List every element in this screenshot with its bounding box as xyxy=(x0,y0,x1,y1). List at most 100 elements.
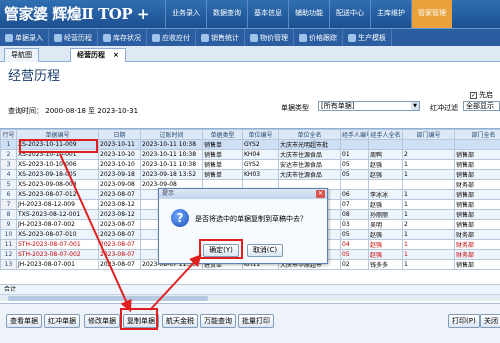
chart-icon xyxy=(201,33,209,42)
table-cell: 2 xyxy=(0,149,17,160)
tag-icon xyxy=(299,33,307,42)
table-row[interactable]: 3 XS-2023-10-10-006 2023-10-10 2023-10-11 1… xyxy=(0,159,500,170)
table-cell: STH-2023-08-07-002 xyxy=(16,249,99,260)
table-cell: 李冰冰 xyxy=(368,189,403,200)
table-cell: KH03 xyxy=(242,169,279,180)
column-header[interactable]: 单位全名 xyxy=(278,129,341,140)
topnav-distribution[interactable]: 配送中心 xyxy=(329,0,370,28)
tab-label: 经营历程 xyxy=(77,51,105,59)
scrollbar-thumb[interactable] xyxy=(8,296,208,301)
menu-price-tracking[interactable]: 价格跟踪 xyxy=(294,29,343,46)
menu-sales-stats[interactable]: 销售统计 xyxy=(196,29,245,46)
table-cell: 01 xyxy=(340,149,369,160)
column-header[interactable]: 经手人全名 xyxy=(368,129,403,140)
print-button[interactable]: 打印(P) xyxy=(448,314,480,328)
batch-print-button[interactable]: 批量打印 xyxy=(238,314,274,328)
universal-query-button[interactable]: 万能查询 xyxy=(200,314,236,328)
close-icon[interactable]: × xyxy=(113,51,119,59)
voucher-type-select[interactable]: [所有单据] ▼ xyxy=(318,101,420,111)
menu-business-history[interactable]: 经营历程 xyxy=(49,29,98,46)
column-header[interactable]: 行号 xyxy=(0,129,17,140)
menu-label: 应收应付 xyxy=(162,33,190,42)
table-cell: 钱多多 xyxy=(368,259,403,270)
chevron-down-icon[interactable]: ▼ xyxy=(411,102,419,110)
table-cell: 2023-08-07 xyxy=(98,249,141,260)
horizontal-scrollbar[interactable] xyxy=(0,294,500,301)
table-cell: 2023-10-11 10:38 xyxy=(140,159,203,170)
table-cell: 孙丽丽 xyxy=(368,209,403,220)
column-header[interactable]: 单据类型 xyxy=(202,129,243,140)
table-cell: 赵强 xyxy=(368,199,403,210)
table-cell: 财务部 xyxy=(454,239,500,250)
first-start-checkbox[interactable]: ✓ 先启 xyxy=(470,90,493,100)
warehouse-icon xyxy=(103,33,111,42)
column-header[interactable]: 过账时间 xyxy=(140,129,203,140)
table-row[interactable]: 4 XS-2023-09-18-005 2023-09-18 2023-09-18 1… xyxy=(0,169,500,180)
table-cell: 7 xyxy=(0,199,17,210)
modify-voucher-button[interactable]: 修改单据 xyxy=(84,314,120,328)
table-cell: 2023-09-18 xyxy=(98,169,141,180)
view-voucher-button[interactable]: 查看单据 xyxy=(6,314,42,328)
menu-label: 销售统计 xyxy=(211,33,239,42)
date-from[interactable]: 2000-08-18 xyxy=(45,107,86,115)
table-cell: 安达市住源食品 xyxy=(278,159,341,170)
table-cell: 05 xyxy=(340,229,369,240)
table-cell: 2023-08-07 xyxy=(98,189,141,200)
table-cell: 2 xyxy=(402,219,455,230)
close-button[interactable]: 关闭 xyxy=(480,314,500,328)
table-cell: 赵强 xyxy=(368,229,403,240)
tab-navigation-map[interactable]: 导航图 xyxy=(4,48,39,62)
table-cell: 2023-09-18 13:52 xyxy=(140,169,203,180)
column-header[interactable]: 经手人编号 xyxy=(340,129,369,140)
column-header[interactable]: 单位编号 xyxy=(242,129,279,140)
topnav-basic-info[interactable]: 基本信息 xyxy=(247,0,288,28)
menu-voucher-entry[interactable]: 单据录入 xyxy=(0,29,49,46)
date-to[interactable]: 2023-10-31 xyxy=(97,107,138,115)
table-cell: 销售部 xyxy=(454,149,500,160)
table-cell: 2023-08-07 xyxy=(98,229,141,240)
menu-label: 生产模板 xyxy=(358,33,386,42)
query-time-row: 查询时间： 2000-08-18 至 2023-10-31 xyxy=(8,106,138,116)
dialog-cancel-button[interactable]: 取消(C) xyxy=(247,244,283,257)
table-cell: 2023-10-10 xyxy=(98,149,141,160)
table-cell: 大庆市住源食品 xyxy=(278,149,341,160)
title-bar: 管家婆 辉煌Ⅱ TOP + 业务录入 数据查询 基本信息 辅助功能 配送中心 主… xyxy=(0,0,500,28)
column-header[interactable]: 部门全名 xyxy=(454,129,500,140)
table-cell: 8 xyxy=(0,209,17,220)
column-header[interactable]: 日期 xyxy=(98,129,141,140)
highlight-copy-button xyxy=(120,308,158,330)
red-offset-button[interactable]: 红冲单据 xyxy=(44,314,80,328)
table-cell: XS-2023-09-08-003 xyxy=(16,179,99,190)
table-cell: 财务部 xyxy=(454,249,500,260)
red-filter-select[interactable]: 全部显示 xyxy=(463,101,500,111)
column-header[interactable]: 单据编号 xyxy=(16,129,99,140)
table-cell: 吴明 xyxy=(368,219,403,230)
table-cell: 1 xyxy=(402,209,455,220)
table-cell: 销售部 xyxy=(454,259,500,270)
topnav-business-entry[interactable]: 业务录入 xyxy=(165,0,206,28)
red-filter-label: 红冲过滤 xyxy=(430,104,458,112)
table-cell: 1 xyxy=(402,249,455,260)
topnav-master-maintenance[interactable]: 主库维护 xyxy=(370,0,411,28)
menu-label: 价格跟踪 xyxy=(309,33,337,42)
menu-price-management[interactable]: 物价管理 xyxy=(245,29,294,46)
topnav-aux-functions[interactable]: 辅助功能 xyxy=(288,0,329,28)
table-cell: 1 xyxy=(0,139,17,150)
topnav-admin[interactable]: 管家管理 xyxy=(411,0,452,28)
table-cell: 2023-10-11 10:38 xyxy=(140,139,203,150)
top-nav: 业务录入 数据查询 基本信息 辅助功能 配送中心 主库维护 管家管理 xyxy=(165,0,452,28)
tab-business-history[interactable]: 经营历程 × xyxy=(70,48,126,62)
topnav-data-query[interactable]: 数据查询 xyxy=(206,0,247,28)
menu-receivables[interactable]: 应收应付 xyxy=(147,29,196,46)
history-icon xyxy=(54,33,62,42)
dialog-title: 提示 xyxy=(159,189,327,199)
dialog-close-icon[interactable]: ✕ xyxy=(316,190,325,198)
golden-tax-button[interactable]: 航天金税 xyxy=(162,314,198,328)
tab-strip: 导航图 经营历程 × xyxy=(0,46,500,62)
table-cell: 04 xyxy=(340,239,369,250)
column-header[interactable]: 部门编号 xyxy=(402,129,455,140)
table-cell: KH04 xyxy=(242,149,279,160)
menu-inventory-status[interactable]: 库存状况 xyxy=(98,29,147,46)
table-cell xyxy=(340,139,369,150)
menu-production-template[interactable]: 生产模板 xyxy=(343,29,392,46)
